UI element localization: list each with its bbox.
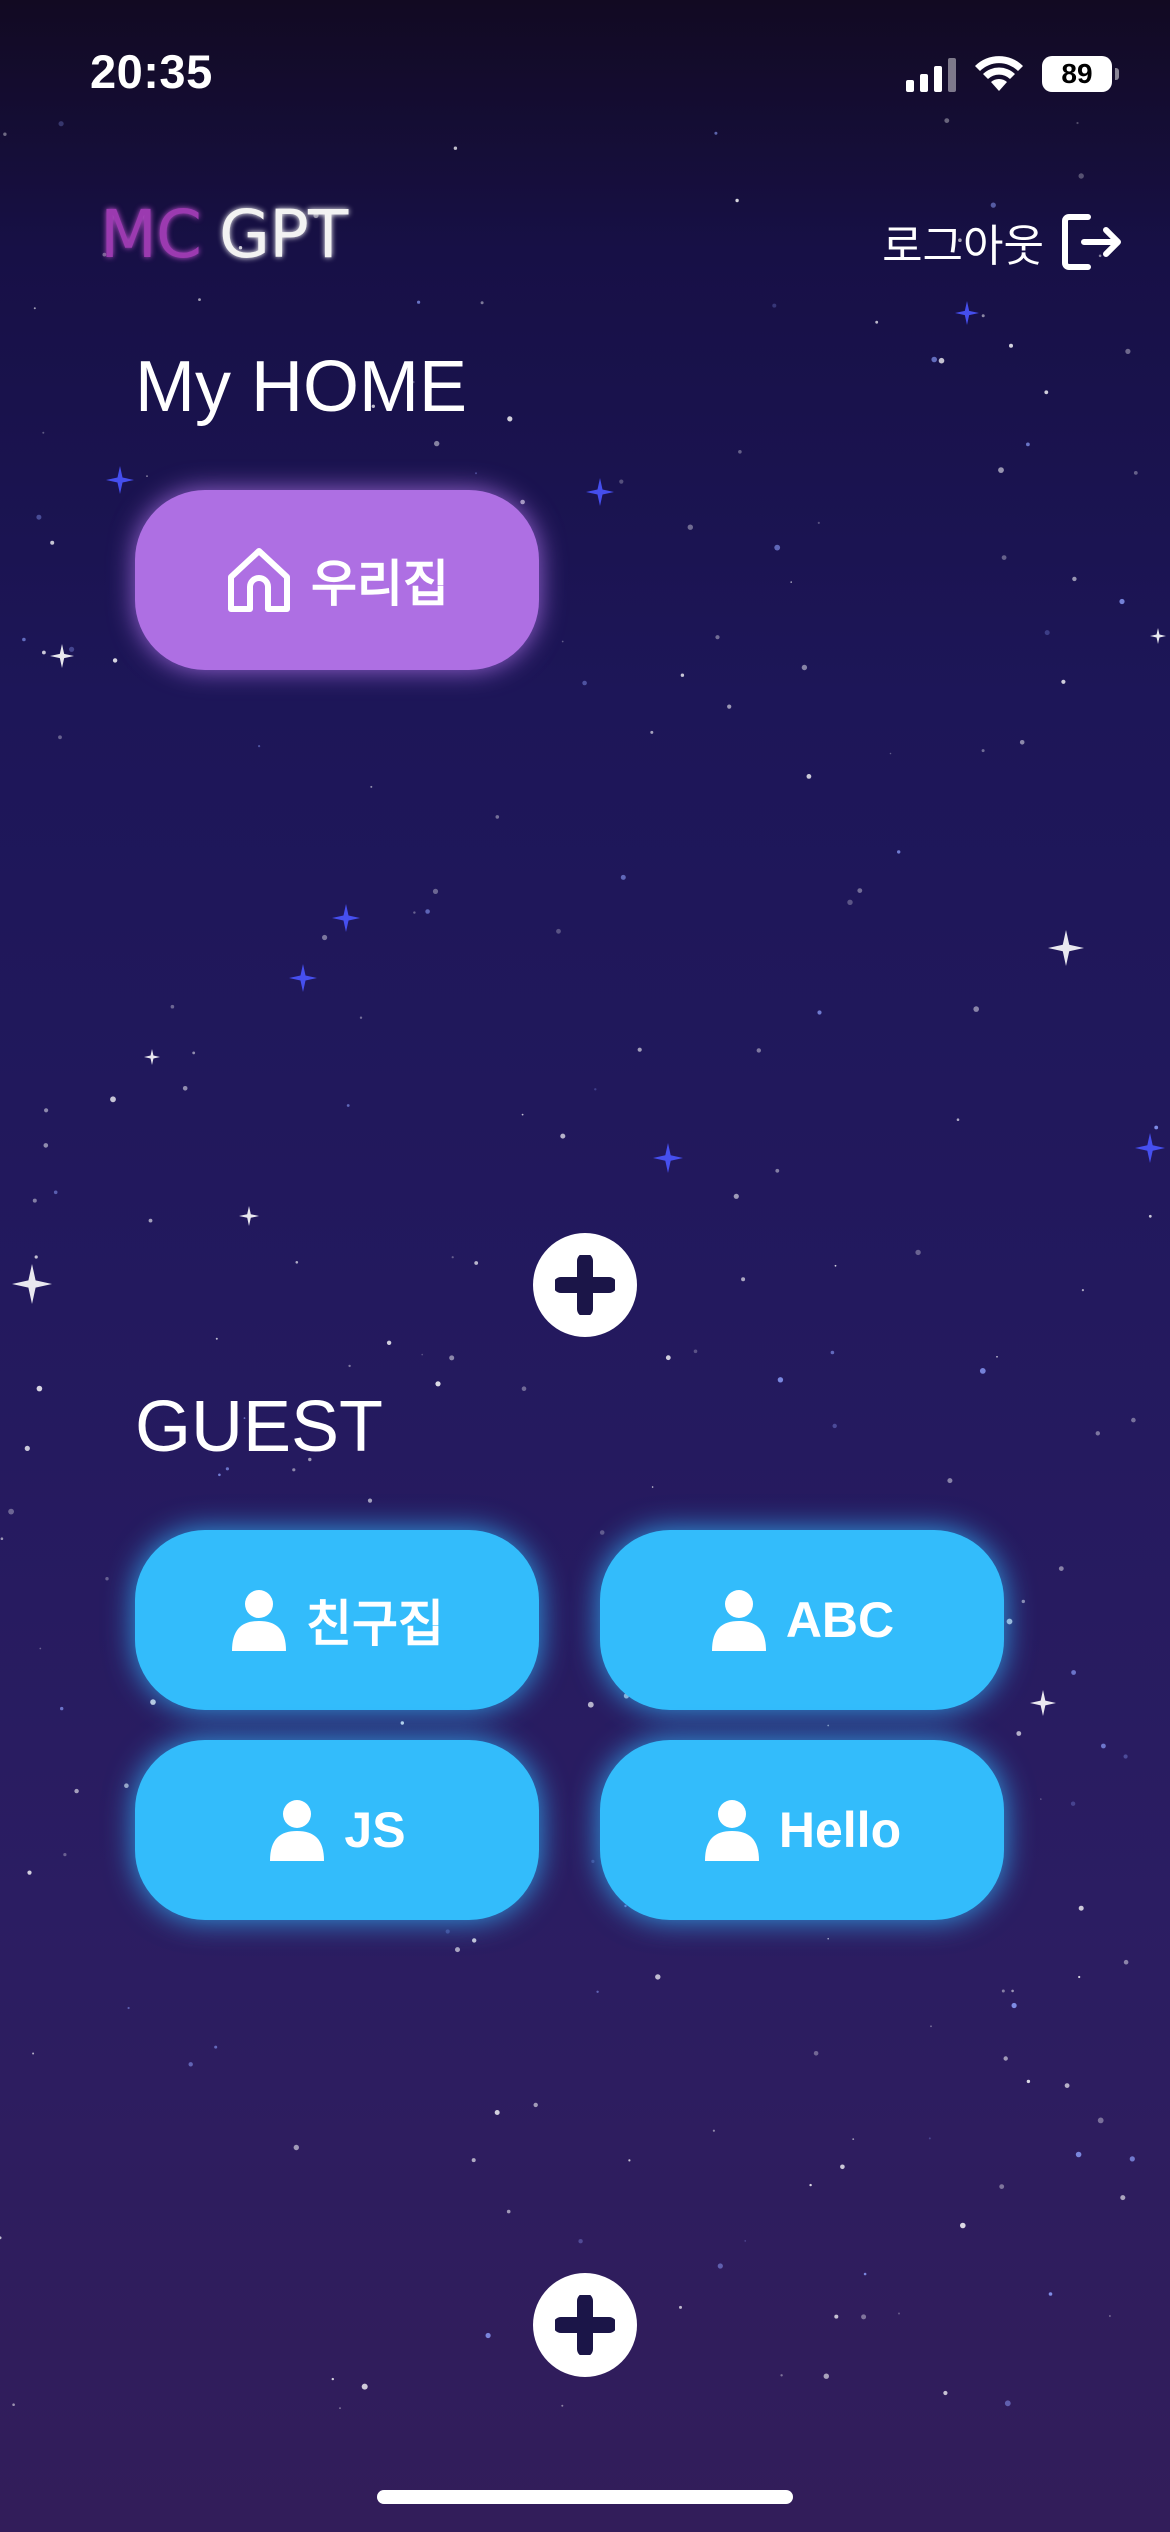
plus-icon (555, 2295, 615, 2355)
logo-mc: MC (100, 196, 202, 273)
guest-room-button-hello[interactable]: Hello (600, 1740, 1004, 1920)
guest-room-label: JS (344, 1802, 406, 1858)
guest-room-label: 친구집 (306, 1596, 444, 1652)
person-icon (230, 1587, 288, 1653)
person-icon (268, 1797, 326, 1863)
person-icon (710, 1587, 768, 1653)
guest-room-label: ABC (785, 1592, 895, 1648)
guest-room-label: Hello (778, 1802, 902, 1858)
battery-icon: 89 (1042, 56, 1119, 92)
person-icon (703, 1797, 761, 1863)
logo-gpt: GPT (219, 196, 348, 273)
guest-room-button-friendhouse[interactable]: 친구집 (135, 1530, 539, 1710)
logout-button[interactable]: 로그아웃 (882, 210, 1126, 274)
guest-room-button-abc[interactable]: ABC (600, 1530, 1004, 1710)
plus-icon (555, 1255, 615, 1315)
logout-arrow-icon (1062, 214, 1121, 270)
guest-room-button-js[interactable]: JS (135, 1740, 539, 1920)
app-logo: MC GPT (100, 196, 348, 273)
add-home-button[interactable] (533, 1233, 637, 1337)
wifi-icon (975, 56, 1023, 91)
my-home-title: My HOME (135, 347, 467, 427)
house-icon (225, 545, 293, 615)
guest-title: GUEST (135, 1387, 384, 1467)
cellular-signal-icon (906, 56, 956, 92)
status-icons: 89 (906, 52, 1119, 96)
add-guest-button[interactable] (533, 2273, 637, 2377)
home-room-label: 우리집 (311, 556, 449, 612)
home-indicator (377, 2490, 793, 2504)
status-time: 20:35 (90, 45, 213, 98)
battery-level: 89 (1061, 58, 1093, 89)
home-room-button-ourhouse[interactable]: 우리집 (135, 490, 539, 670)
logout-label: 로그아웃 (882, 222, 1044, 271)
